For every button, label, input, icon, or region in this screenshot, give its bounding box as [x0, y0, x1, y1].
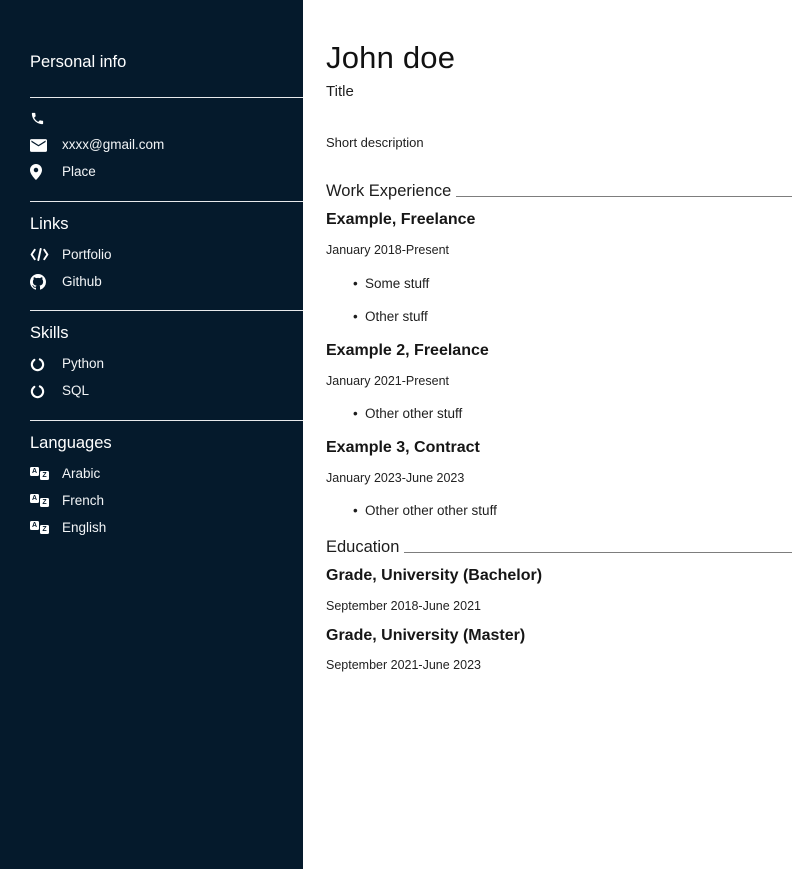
- sidebar-divider: [30, 420, 303, 421]
- link-row-github[interactable]: Github: [0, 268, 303, 295]
- resume-page: Personal info xxxx@gmail.com: [0, 0, 794, 869]
- sidebar: Personal info xxxx@gmail.com: [0, 0, 303, 869]
- map-marker-icon: [30, 164, 50, 180]
- link-label-portfolio[interactable]: Portfolio: [62, 248, 112, 262]
- sidebar-divider: [30, 97, 303, 98]
- link-row-portfolio[interactable]: Portfolio: [0, 241, 303, 268]
- language-row-french: AZ French: [0, 487, 303, 514]
- experience-entry-title: Example 3, Contract: [326, 439, 792, 457]
- skill-row-sql: SQL: [0, 378, 303, 405]
- experience-bullet-list: Other other other stuff: [326, 504, 792, 519]
- phone-icon: [30, 111, 50, 126]
- language-icon: AZ: [30, 466, 50, 481]
- github-icon: [30, 274, 50, 290]
- experience-bullet-list: Other other stuff: [326, 407, 792, 422]
- education-entry-dates: September 2021-June 2023: [326, 659, 792, 673]
- experience-entry-title: Example, Freelance: [326, 211, 792, 229]
- skills-heading: Skills: [30, 325, 303, 342]
- circle-notch-icon: [30, 357, 50, 372]
- experience-entry-title: Example 2, Freelance: [326, 342, 792, 360]
- location-value: Place: [62, 165, 96, 179]
- skill-label-python: Python: [62, 357, 104, 371]
- experience-entry-dates: January 2018-Present: [326, 244, 792, 258]
- phone-row: [0, 105, 303, 132]
- work-experience-title: Work Experience: [326, 182, 451, 200]
- bullet-item: Other other other stuff: [326, 504, 792, 519]
- short-description: Short description: [326, 136, 792, 150]
- skill-label-sql: SQL: [62, 384, 89, 398]
- language-label-french: French: [62, 494, 104, 508]
- sidebar-divider: [30, 201, 303, 202]
- bullet-item: Other other stuff: [326, 407, 792, 422]
- location-row: Place: [0, 159, 303, 186]
- personal-info-heading: Personal info: [30, 54, 303, 71]
- languages-heading: Languages: [30, 435, 303, 452]
- education-title: Education: [326, 538, 399, 556]
- sidebar-divider: [30, 310, 303, 311]
- experience-entry-dates: January 2023-June 2023: [326, 472, 792, 486]
- section-rule: [404, 552, 792, 553]
- education-section-heading: Education: [326, 538, 792, 556]
- section-rule: [456, 196, 792, 197]
- email-value[interactable]: xxxx@gmail.com: [62, 138, 164, 152]
- language-icon: AZ: [30, 493, 50, 508]
- email-row: xxxx@gmail.com: [0, 132, 303, 159]
- experience-bullet-list: Some stuff Other stuff: [326, 277, 792, 326]
- code-icon: [30, 248, 50, 261]
- education-entry-title: Grade, University (Bachelor): [326, 567, 792, 585]
- education-entry-title: Grade, University (Master): [326, 627, 792, 645]
- language-row-arabic: AZ Arabic: [0, 460, 303, 487]
- work-experience-section-heading: Work Experience: [326, 182, 792, 200]
- language-icon: AZ: [30, 520, 50, 535]
- envelope-icon: [30, 139, 50, 152]
- main-content: John doe Title Short description Work Ex…: [303, 0, 794, 869]
- bullet-item: Other stuff: [326, 310, 792, 325]
- bullet-item: Some stuff: [326, 277, 792, 292]
- skill-row-python: Python: [0, 351, 303, 378]
- person-name: John doe: [326, 42, 792, 75]
- language-label-arabic: Arabic: [62, 467, 100, 481]
- language-label-english: English: [62, 521, 106, 535]
- person-title: Title: [326, 84, 792, 101]
- link-label-github[interactable]: Github: [62, 275, 102, 289]
- circle-notch-icon: [30, 384, 50, 399]
- experience-entry-dates: January 2021-Present: [326, 375, 792, 389]
- language-row-english: AZ English: [0, 514, 303, 541]
- links-heading: Links: [30, 216, 303, 233]
- education-entry-dates: September 2018-June 2021: [326, 600, 792, 614]
